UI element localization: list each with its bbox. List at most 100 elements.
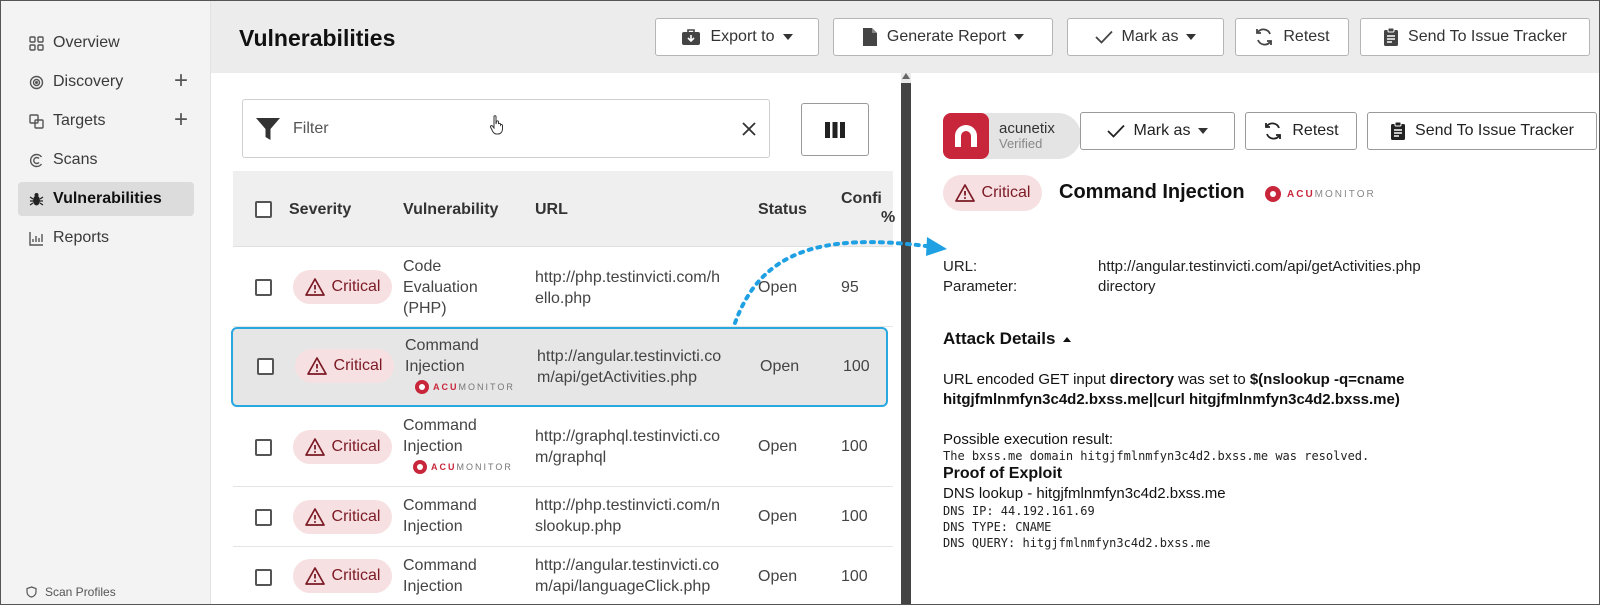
table-row[interactable]: Critical Code Evaluation (PHP) http://ph…	[233, 248, 893, 327]
scan-icon	[28, 152, 44, 168]
acumonitor-icon	[413, 460, 427, 474]
scroll-up-arrow-icon[interactable]	[902, 73, 910, 79]
detail-mark-as-button[interactable]: Mark as	[1080, 112, 1235, 150]
confidence-value: 100	[841, 438, 868, 455]
sidebar-item-overview[interactable]: Overview	[18, 26, 194, 60]
sidebar-item-scan-profiles[interactable]: Scan Profiles	[25, 585, 116, 599]
grid-icon	[28, 35, 44, 51]
filter-input[interactable]: Filter	[242, 99, 770, 158]
acumonitor-acu: ACU	[1287, 188, 1315, 200]
generate-report-button[interactable]: Generate Report	[833, 18, 1053, 56]
row-checkbox[interactable]	[255, 439, 272, 456]
status-text: Open	[758, 279, 798, 296]
vulnerability-name-line: Command	[403, 417, 477, 434]
table-row[interactable]: Critical Command Injection http://angula…	[233, 547, 893, 604]
table-row-selected[interactable]: Critical Command Injection ACU MONITOR ht…	[231, 327, 888, 407]
filter-icon	[256, 117, 280, 140]
sidebar-item-label: Reports	[53, 229, 110, 246]
add-discovery-button[interactable]: +	[174, 69, 188, 93]
scrollbar-thumb[interactable]	[901, 83, 911, 604]
status-text: Open	[760, 358, 800, 375]
row-checkbox[interactable]	[255, 509, 272, 526]
dns-query: DNS QUERY: hitgjfmlnmfyn3c4d2.bxss.me	[943, 536, 1211, 550]
warning-icon	[304, 438, 325, 456]
sidebar-item-label: Vulnerabilities	[53, 190, 162, 207]
attack-text: was set to	[1173, 371, 1250, 388]
detail-send-to-issue-tracker-button[interactable]: Send To Issue Tracker	[1367, 112, 1597, 150]
url-line: http://php.testinvicti.com/n	[535, 497, 720, 514]
vulnerability-name-line: Injection	[403, 518, 463, 535]
select-all-checkbox[interactable]	[255, 201, 272, 218]
sidebar-item-label: Overview	[53, 34, 120, 51]
sidebar-item-scans[interactable]: Scans	[18, 143, 194, 177]
retest-label: Retest	[1283, 28, 1330, 45]
detail-retest-button[interactable]: Retest	[1245, 112, 1357, 150]
dns-lookup: DNS lookup - hitgjfmlnmfyn3c4d2.bxss.me	[943, 485, 1226, 502]
detail-severity-badge: Critical	[943, 175, 1042, 211]
vulnerability-name: Command Injection	[405, 335, 479, 377]
column-header-confidence[interactable]: Confi %	[841, 189, 895, 227]
retest-button[interactable]: Retest	[1235, 18, 1349, 56]
status-text: Open	[758, 508, 798, 525]
export-button[interactable]: Export to	[655, 18, 819, 56]
page-header: Vulnerabilities Export to Generate Repor…	[211, 1, 1599, 73]
url-line: http://graphql.testinvicti.co	[535, 428, 720, 445]
severity-label: Critical	[331, 438, 381, 455]
acunetix-logo-icon	[943, 113, 989, 159]
confidence-value: 100	[843, 358, 870, 375]
sidebar-item-reports[interactable]: Reports	[18, 221, 194, 255]
dns-type: DNS TYPE: CNAME	[943, 520, 1052, 534]
list-scrollbar[interactable]	[901, 73, 911, 604]
acumonitor-icon	[1265, 186, 1281, 202]
status-text: Open	[758, 568, 798, 585]
row-checkbox[interactable]	[255, 279, 272, 296]
chevron-down-icon	[1186, 34, 1197, 40]
acumonitor-acu: ACU	[431, 462, 457, 472]
severity-badge: Critical	[293, 430, 392, 464]
url-line: http://php.testinvicti.com/h	[535, 269, 720, 286]
vulnerability-name: Command Injection	[403, 555, 477, 597]
acumonitor-acu: ACU	[433, 382, 459, 392]
column-header-url[interactable]: URL	[535, 201, 568, 219]
sidebar-item-vulnerabilities[interactable]: Vulnerabilities	[18, 182, 194, 216]
sidebar-item-label: Scan Profiles	[45, 585, 116, 599]
sidebar-item-discovery[interactable]: Discovery +	[18, 65, 194, 99]
export-label: Export to	[710, 28, 775, 45]
mark-as-label: Mark as	[1121, 28, 1179, 45]
parameter-label: Parameter:	[943, 278, 1018, 295]
severity-badge: Critical	[293, 559, 392, 593]
url-value: http://angular.testinvicti.com/api/getAc…	[1098, 258, 1421, 275]
column-header-status[interactable]: Status	[758, 201, 807, 219]
severity-badge: Critical	[293, 500, 392, 534]
sidebar: Overview Discovery + Targets + Scans Vul…	[1, 1, 211, 604]
attack-param: directory	[1109, 371, 1174, 388]
filter-placeholder: Filter	[293, 119, 329, 137]
vulnerability-name-line: Evaluation	[403, 279, 478, 296]
url-line: slookup.php	[535, 518, 622, 535]
vulnerability-name-line: (PHP)	[403, 300, 447, 317]
row-checkbox[interactable]	[255, 569, 272, 586]
chevron-up-icon	[1063, 336, 1072, 342]
send-to-issue-tracker-label: Send To Issue Tracker	[1408, 28, 1567, 45]
vulnerability-name-line: Injection	[403, 438, 463, 455]
acumonitor-rest: MONITOR	[458, 382, 515, 392]
columns-button[interactable]	[801, 103, 869, 156]
mark-as-button[interactable]: Mark as	[1067, 18, 1224, 56]
add-target-button[interactable]: +	[174, 108, 188, 132]
send-to-issue-tracker-label: Send To Issue Tracker	[1415, 122, 1574, 139]
close-icon[interactable]	[729, 121, 769, 137]
table-row[interactable]: Critical Command Injection http://php.te…	[233, 487, 893, 547]
acumonitor-icon	[415, 380, 429, 394]
column-header-vulnerability[interactable]: Vulnerability	[403, 201, 498, 219]
table-row[interactable]: Critical Command Injection ACU MONITOR ht…	[233, 408, 893, 487]
possible-result-text: The bxss.me domain hitgjfmlnmfyn3c4d2.bx…	[943, 449, 1370, 463]
send-to-issue-tracker-button[interactable]: Send To Issue Tracker	[1360, 18, 1590, 56]
url-field: URL: http://angular.testinvicti.com/api/…	[943, 258, 1421, 275]
attack-details-toggle[interactable]: Attack Details	[943, 329, 1072, 349]
row-checkbox[interactable]	[257, 358, 274, 375]
sidebar-item-targets[interactable]: Targets +	[18, 104, 194, 138]
column-header-severity[interactable]: Severity	[289, 201, 351, 219]
chart-icon	[28, 230, 44, 246]
vulnerability-url: http://graphql.testinvicti.co m/graphql	[535, 426, 720, 468]
warning-icon	[304, 508, 325, 526]
